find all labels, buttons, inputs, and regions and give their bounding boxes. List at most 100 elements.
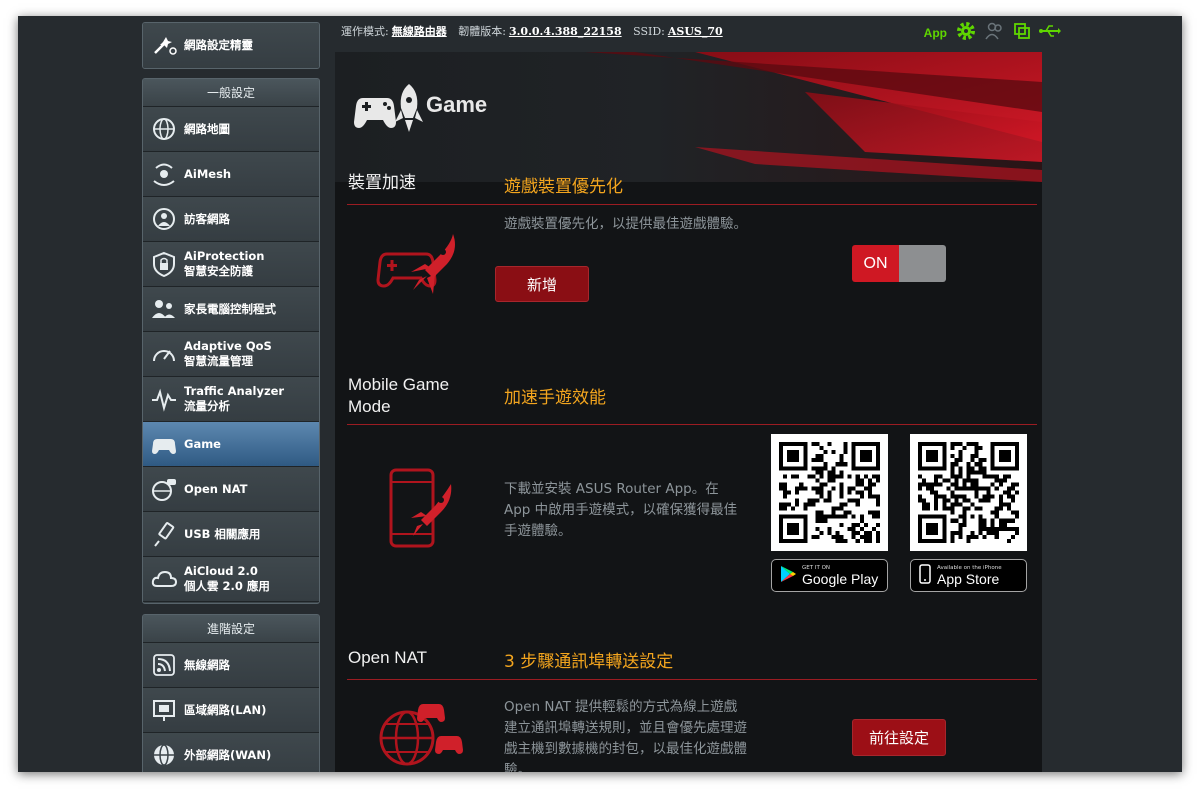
app-link[interactable]: App — [924, 26, 947, 40]
mobile-section-subtitle: 加速手遊效能 — [504, 388, 606, 408]
nat-section-subtitle: 3 步驟通訊埠轉送設定 — [504, 652, 674, 672]
sidebar-general-block: 一般設定 網路地圖 AiMesh 訪客網路 AiProtection 智慧安全防護家長電… — [142, 78, 320, 604]
shield-lock-icon — [149, 249, 179, 279]
sidebar-item-gamepad[interactable]: Game — [143, 422, 319, 467]
sidebar-item-label: Traffic Analyzer 流量分析 — [184, 384, 284, 414]
sidebar-item-label: AiMesh — [184, 167, 231, 182]
sidebar-item-aimesh[interactable]: AiMesh — [143, 152, 319, 197]
toggle-on-label: ON — [852, 245, 899, 282]
mobile-divider — [347, 424, 1037, 425]
sidebar-item-label: Game — [184, 437, 221, 452]
sidebar-item-title: AiMesh — [184, 166, 232, 181]
sidebar-item-open-nat[interactable]: Open NAT — [143, 467, 319, 512]
sidebar-item-title: Game — [184, 436, 221, 451]
gamepad-boost-icon — [375, 228, 467, 304]
sidebar-item-subtitle: 個人雲 2.0 應用 — [184, 579, 270, 593]
mode-value-link[interactable]: 無線路由器 — [392, 25, 447, 38]
sidebar-item-subtitle: 智慧流量管理 — [184, 354, 253, 368]
nat-description: Open NAT 提供輕鬆的方式為線上遊戲建立通訊埠轉送規則，並且會優先處理遊戲… — [504, 699, 747, 772]
add-device-button[interactable]: 新增 — [495, 266, 589, 302]
parental-control-icon — [149, 294, 179, 324]
sidebar-item-subtitle: 流量分析 — [184, 399, 230, 413]
sidebar-item-label: 網路設定精靈 — [184, 38, 253, 52]
sidebar-item-usb[interactable]: USB 相關應用 — [143, 512, 319, 557]
mode-label: 運作模式: — [341, 25, 389, 38]
app-store-badge[interactable]: Available on the iPhone App Store — [910, 559, 1027, 592]
wan-globe-icon — [149, 740, 179, 770]
router-admin-window: 網路設定精靈 一般設定 網路地圖 AiMesh 訪客網路 AiProtection 智慧… — [18, 16, 1182, 772]
toggle-knob — [899, 245, 946, 282]
sidebar-item-label: 無線網路 — [184, 658, 230, 673]
sidebar-item-label: Open NAT — [184, 482, 247, 497]
sidebar-item-title: Open NAT — [184, 481, 248, 496]
sidebar-item-wan-globe[interactable]: 外部網路(WAN) — [143, 733, 319, 772]
usb-icon — [149, 519, 179, 549]
sidebar-item-traffic-analyzer[interactable]: Traffic Analyzer 流量分析 — [143, 377, 319, 422]
sidebar-general-header: 一般設定 — [143, 79, 319, 107]
app-store-qr-code[interactable] — [910, 434, 1027, 551]
sidebar-item-title: AiCloud 2.0 — [184, 564, 258, 578]
sidebar-advanced-block: 進階設定 無線網路區域網路(LAN) 外部網路(WAN) — [142, 614, 320, 772]
lan-icon — [149, 695, 179, 725]
gear-icon[interactable] — [955, 20, 977, 45]
mobile-section-title: Mobile Game Mode — [348, 374, 449, 418]
gamepad-rocket-logo-icon — [353, 82, 425, 138]
sidebar-item-title: Adaptive QoS — [184, 339, 272, 353]
sidebar-item-label: 家長電腦控制程式 — [184, 302, 276, 317]
boost-section-title: 裝置加速 — [348, 173, 416, 192]
sidebar-item-network-map[interactable]: 網路地圖 — [143, 107, 319, 152]
cloud-icon — [149, 564, 179, 594]
open-nat-icon — [149, 474, 179, 504]
sidebar-item-cloud[interactable]: AiCloud 2.0 個人雲 2.0 應用 — [143, 557, 319, 602]
page-title: Game — [426, 92, 488, 117]
sidebar-item-lan[interactable]: 區域網路(LAN) — [143, 688, 319, 733]
ssid-label: SSID: — [633, 25, 665, 38]
sidebar-item-label: 外部網路(WAN) — [184, 748, 271, 763]
sidebar-item-title: 網路地圖 — [184, 121, 230, 136]
usb-status-icon[interactable] — [1039, 24, 1061, 41]
sidebar-item-label: 訪客網路 — [184, 212, 230, 227]
sidebar-item-title: USB 相關應用 — [184, 526, 261, 541]
sidebar-advanced-list: 無線網路區域網路(LAN) 外部網路(WAN) — [143, 643, 319, 772]
ssid-value-link[interactable]: ASUS_70 — [668, 25, 723, 38]
guest-network-icon — [149, 204, 179, 234]
sidebar-advanced-header: 進階設定 — [143, 615, 319, 643]
boost-description: 遊戲裝置優先化，以提供最佳遊戲體驗。 — [504, 216, 747, 232]
goto-settings-button[interactable]: 前往設定 — [852, 719, 946, 756]
sidebar-item-parental-control[interactable]: 家長電腦控制程式 — [143, 287, 319, 332]
sidebar-item-wizard[interactable]: 網路設定精靈 — [143, 23, 319, 68]
sidebar-item-shield-lock[interactable]: AiProtection 智慧安全防護 — [143, 242, 319, 287]
firmware-label: 韌體版本: — [458, 25, 506, 38]
sidebar-wizard-block: 網路設定精靈 — [142, 22, 320, 69]
sidebar-item-label: 網路地圖 — [184, 122, 230, 137]
wizard-icon — [149, 31, 179, 61]
traffic-analyzer-icon — [149, 384, 179, 414]
sidebar: 網路設定精靈 一般設定 網路地圖 AiMesh 訪客網路 AiProtection 智慧… — [142, 16, 320, 772]
firmware-value-link[interactable]: 3.0.0.4.388_22158 — [509, 25, 622, 38]
sidebar-item-title: 訪客網路 — [184, 211, 230, 226]
sidebar-item-speedometer[interactable]: Adaptive QoS 智慧流量管理 — [143, 332, 319, 377]
boost-section-subtitle: 遊戲裝置優先化 — [504, 177, 623, 197]
sidebar-item-label: AiCloud 2.0 個人雲 2.0 應用 — [184, 564, 270, 594]
sidebar-item-label: 區域網路(LAN) — [184, 703, 266, 718]
device-copy-icon[interactable] — [1013, 22, 1031, 43]
phone-rocket-icon — [387, 466, 457, 554]
speedometer-icon — [149, 339, 179, 369]
users-icon[interactable] — [985, 22, 1005, 43]
sidebar-item-title: AiProtection — [184, 249, 265, 263]
boost-toggle[interactable]: ON — [852, 245, 946, 282]
sidebar-item-title: 家長電腦控制程式 — [184, 301, 276, 316]
main-panel: Game 裝置加速 遊戲裝置優先化 遊戲裝置優先化，以提供最佳遊戲體驗。 新增 … — [335, 52, 1042, 772]
sidebar-item-wireless[interactable]: 無線網路 — [143, 643, 319, 688]
aimesh-icon — [149, 159, 179, 189]
boost-divider — [347, 204, 1037, 205]
google-play-qr-code[interactable] — [771, 434, 888, 551]
wireless-icon — [149, 650, 179, 680]
sidebar-item-label: USB 相關應用 — [184, 527, 260, 542]
iphone-icon — [919, 563, 931, 588]
google-play-badge[interactable]: GET IT ON Google Play — [771, 559, 888, 592]
globe-gamepad-icon — [375, 694, 467, 772]
sidebar-item-guest-network[interactable]: 訪客網路 — [143, 197, 319, 242]
gamepad-icon — [149, 429, 179, 459]
sidebar-general-list: 網路地圖 AiMesh 訪客網路 AiProtection 智慧安全防護家長電腦控制程式… — [143, 107, 319, 602]
